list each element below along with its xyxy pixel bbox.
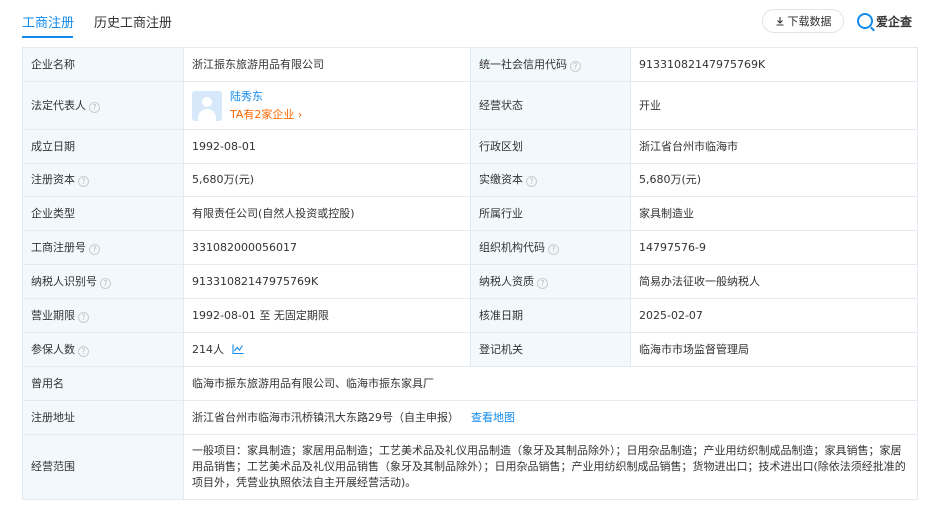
- table-row: 成立日期 1992-08-01 行政区划 浙江省台州市临海市: [22, 129, 918, 164]
- tax-qualification-label: 纳税人资质?: [470, 264, 631, 299]
- table-row: 企业名称 浙江振东旅游用品有限公司 统一社会信用代码? 913310821479…: [22, 47, 918, 82]
- insured-label: 参保人数?: [22, 332, 184, 367]
- help-icon[interactable]: ?: [570, 60, 581, 72]
- trend-chart-icon[interactable]: [232, 344, 244, 354]
- reg-number-label: 工商注册号?: [22, 230, 184, 265]
- reg-capital-label: 注册资本?: [22, 163, 184, 197]
- paid-capital-label-text: 实缴资本: [479, 173, 523, 186]
- help-icon[interactable]: ?: [89, 101, 100, 113]
- company-type-label: 企业类型: [22, 196, 184, 231]
- brand-logo[interactable]: 爱企查: [857, 12, 912, 30]
- table-row: 工商注册号? 331082000056017 组织机构代码? 14797576-…: [22, 230, 918, 265]
- term-value: 1992-08-01 至 无固定期限: [183, 298, 471, 333]
- address-text: 浙江省台州市临海市汛桥镇汛大东路29号（自主申报）: [192, 410, 459, 424]
- org-code-label: 组织机构代码?: [470, 230, 631, 265]
- term-label-text: 营业期限: [31, 308, 75, 322]
- magnifier-logo-icon: [857, 13, 873, 29]
- reg-number-label-text: 工商注册号: [31, 240, 86, 254]
- scope-label: 经营范围: [22, 434, 184, 500]
- tax-qualification-label-text: 纳税人资质: [479, 274, 534, 288]
- industry-label: 所属行业: [470, 196, 631, 231]
- tax-qualification-value: 简易办法征收一般纳税人: [630, 264, 918, 299]
- help-icon[interactable]: ?: [526, 176, 537, 187]
- table-row: 法定代表人? 陆秀东 TA有2家企业 › 经营状态 开业: [22, 81, 918, 130]
- help-icon[interactable]: ?: [100, 277, 111, 289]
- paid-capital-value: 5,680万(元): [630, 163, 918, 197]
- table-row: 注册资本? 5,680万(元) 实缴资本? 5,680万(元): [22, 163, 918, 197]
- tab-history-registration[interactable]: 历史工商注册: [94, 12, 172, 31]
- credit-code-label-text: 统一社会信用代码: [479, 57, 567, 71]
- legal-rep-name-link[interactable]: 陆秀东: [230, 89, 302, 105]
- company-type-value: 有限责任公司(自然人投资或控股): [183, 196, 471, 231]
- industry-value: 家具制造业: [630, 196, 918, 231]
- term-label: 营业期限?: [22, 298, 184, 333]
- credit-code-value: 91331082147975769K: [630, 47, 918, 82]
- table-row: 注册地址 浙江省台州市临海市汛桥镇汛大东路29号（自主申报） 查看地图: [22, 400, 918, 435]
- address-value: 浙江省台州市临海市汛桥镇汛大东路29号（自主申报） 查看地图: [183, 400, 918, 435]
- table-row: 曾用名 临海市振东旅游用品有限公司、临海市振东家具厂: [22, 366, 918, 401]
- download-data-button[interactable]: 下载数据: [762, 9, 844, 33]
- former-names-value: 临海市振东旅游用品有限公司、临海市振东家具厂: [183, 366, 918, 401]
- table-row: 营业期限? 1992-08-01 至 无固定期限 核准日期 2025-02-07: [22, 298, 918, 333]
- authority-value: 临海市市场监督管理局: [630, 332, 918, 367]
- org-code-label-text: 组织机构代码: [479, 240, 545, 254]
- approval-date-value: 2025-02-07: [630, 298, 918, 333]
- org-code-value: 14797576-9: [630, 230, 918, 265]
- former-names-label: 曾用名: [22, 366, 184, 401]
- insured-count: 214人: [192, 342, 224, 356]
- help-icon[interactable]: ?: [548, 243, 559, 255]
- insured-value: 214人: [183, 332, 471, 367]
- download-data-label: 下载数据: [787, 15, 832, 28]
- founded-label: 成立日期: [22, 129, 184, 164]
- address-label: 注册地址: [22, 400, 184, 435]
- reg-capital-label-text: 注册资本: [31, 173, 75, 186]
- tax-id-value: 91331082147975769K: [183, 264, 471, 299]
- tax-id-label: 纳税人识别号?: [22, 264, 184, 299]
- table-row: 参保人数? 214人 登记机关 临海市市场监督管理局: [22, 332, 918, 367]
- company-name-label: 企业名称: [22, 47, 184, 82]
- help-icon[interactable]: ?: [78, 345, 89, 357]
- paid-capital-label: 实缴资本?: [470, 163, 631, 197]
- company-name-value: 浙江振东旅游用品有限公司: [183, 47, 471, 82]
- status-label: 经营状态: [470, 81, 631, 130]
- download-arrow-icon: [776, 17, 783, 26]
- table-row: 经营范围 一般项目：家具制造；家居用品制造；工艺美术品及礼仪用品制造（象牙及其制…: [22, 434, 918, 500]
- status-value: 开业: [630, 81, 918, 130]
- view-map-link[interactable]: 查看地图: [471, 411, 515, 424]
- legal-rep-label-text: 法定代表人: [31, 98, 86, 112]
- table-row: 企业类型 有限责任公司(自然人投资或控股) 所属行业 家具制造业: [22, 196, 918, 231]
- approval-date-label: 核准日期: [470, 298, 631, 333]
- tab-business-registration[interactable]: 工商注册: [22, 12, 74, 31]
- credit-code-label: 统一社会信用代码?: [470, 47, 631, 82]
- table-row: 纳税人识别号? 91331082147975769K 纳税人资质? 简易办法征收…: [22, 264, 918, 299]
- legal-rep-label: 法定代表人?: [22, 81, 184, 130]
- scope-value: 一般项目：家具制造；家居用品制造；工艺美术品及礼仪用品制造（象牙及其制品除外）；…: [183, 434, 918, 500]
- help-icon[interactable]: ?: [78, 176, 89, 187]
- insured-label-text: 参保人数: [31, 342, 75, 356]
- top-bar: 工商注册 历史工商注册 下载数据 爱企查: [0, 0, 925, 42]
- active-tab-indicator: [22, 36, 73, 38]
- reg-capital-value: 5,680万(元): [183, 163, 471, 197]
- avatar[interactable]: [192, 90, 222, 121]
- region-label: 行政区划: [470, 129, 631, 164]
- legal-rep-companies-link[interactable]: TA有2家企业 ›: [230, 107, 302, 123]
- authority-label: 登记机关: [470, 332, 631, 367]
- founded-value: 1992-08-01: [183, 129, 471, 164]
- brand-name: 爱企查: [876, 14, 913, 29]
- region-value: 浙江省台州市临海市: [630, 129, 918, 164]
- help-icon[interactable]: ?: [78, 311, 89, 323]
- reg-number-value: 331082000056017: [183, 230, 471, 265]
- legal-rep-value: 陆秀东 TA有2家企业 ›: [183, 81, 471, 130]
- tax-id-label-text: 纳税人识别号: [31, 274, 97, 288]
- registration-info-table: 企业名称 浙江振东旅游用品有限公司 统一社会信用代码? 913310821479…: [22, 47, 918, 500]
- help-icon[interactable]: ?: [89, 243, 100, 255]
- help-icon[interactable]: ?: [537, 277, 548, 289]
